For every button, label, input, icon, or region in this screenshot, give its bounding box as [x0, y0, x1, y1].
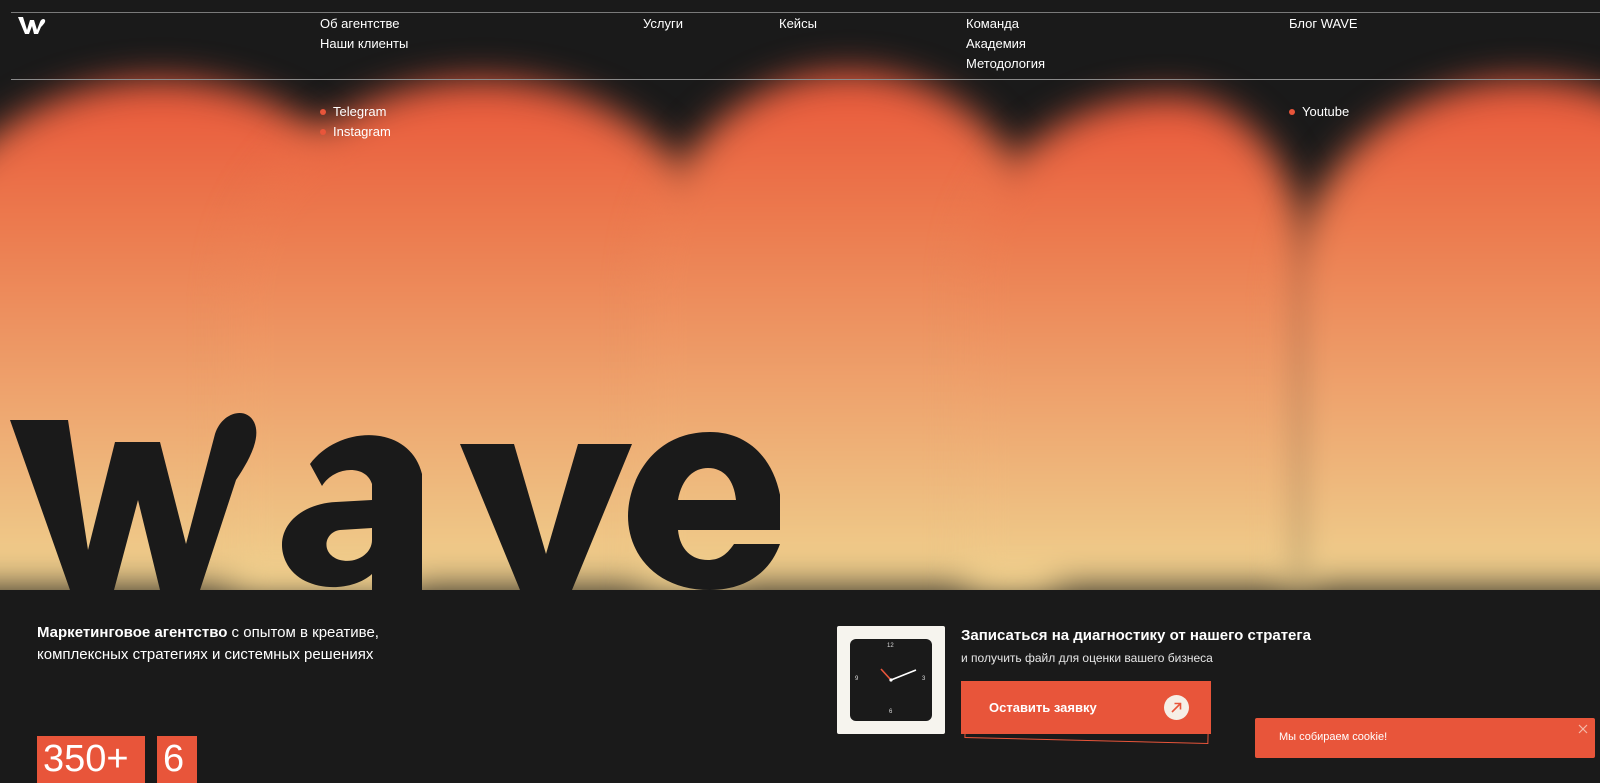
social-link-instagram[interactable]: Instagram [320, 124, 391, 139]
tagline-bold: Маркетинговое агентство [37, 624, 228, 641]
bullet-icon [1289, 108, 1295, 115]
arrow-up-right-icon [1164, 695, 1189, 720]
clock-card: 12 3 6 9 [837, 626, 945, 734]
social-label: Telegram [333, 104, 387, 119]
top-divider [11, 12, 1600, 13]
nav-blog[interactable]: Блог WAVE [1289, 14, 1358, 34]
clock-hands-icon [880, 668, 917, 682]
nav-services[interactable]: Услуги [643, 14, 683, 34]
bullet-icon [320, 108, 326, 115]
cta-block: Оставить заявку [961, 681, 1211, 747]
social-label: Instagram [333, 124, 391, 139]
nav-divider [11, 79, 1600, 80]
cookie-banner: Мы собираем cookie! [1255, 718, 1595, 758]
nav-clients[interactable]: Наши клиенты [320, 34, 408, 54]
bullet-icon [320, 128, 326, 135]
hero-column [1289, 0, 1600, 590]
wave-logo-icon[interactable] [17, 14, 47, 36]
cta-subtitle: и получить файл для оценки вашего бизнес… [961, 651, 1213, 665]
hero-column [966, 0, 1309, 590]
nav-team[interactable]: Команда [966, 14, 1019, 34]
cta-title: Записаться на диагностику от нашего стра… [961, 627, 1311, 644]
cookie-text: Мы собираем cookie! [1279, 731, 1388, 743]
nav-about[interactable]: Об агентстве [320, 14, 400, 34]
stat-badge: 6 [157, 736, 197, 783]
social-label: Youtube [1302, 104, 1350, 119]
wave-wordmark-logo [10, 412, 780, 590]
stat-badge: 350+ [37, 736, 145, 783]
social-link-telegram[interactable]: Telegram [320, 104, 386, 119]
nav-academy[interactable]: Академия [966, 34, 1026, 54]
close-icon[interactable] [1577, 723, 1589, 735]
agency-tagline: Маркетинговое агентство с опытом в креат… [37, 622, 417, 666]
clock-icon: 12 3 6 9 [850, 639, 932, 721]
button-label: Оставить заявку [989, 700, 1097, 715]
nav-cases[interactable]: Кейсы [779, 14, 817, 34]
nav-methodology[interactable]: Методология [966, 54, 1045, 74]
social-link-youtube[interactable]: Youtube [1289, 104, 1349, 119]
